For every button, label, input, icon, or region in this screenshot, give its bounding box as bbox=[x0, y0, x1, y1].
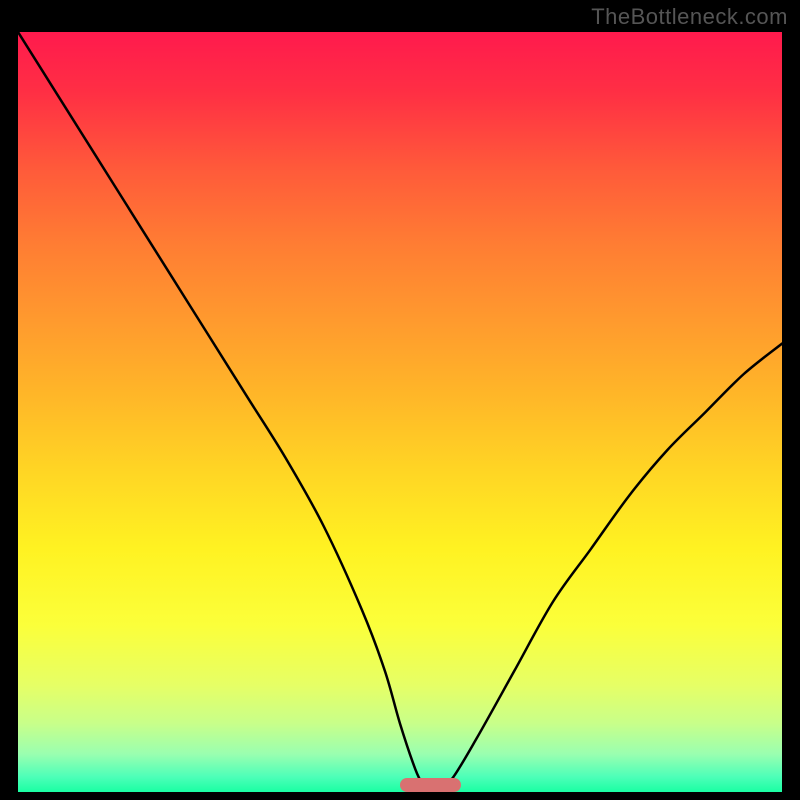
watermark-text: TheBottleneck.com bbox=[591, 4, 788, 30]
plot-area bbox=[18, 32, 782, 792]
chart-frame: TheBottleneck.com bbox=[0, 0, 800, 800]
bottleneck-curve-path bbox=[18, 32, 782, 792]
curve-svg bbox=[18, 32, 782, 792]
optimal-range-marker bbox=[400, 778, 461, 792]
